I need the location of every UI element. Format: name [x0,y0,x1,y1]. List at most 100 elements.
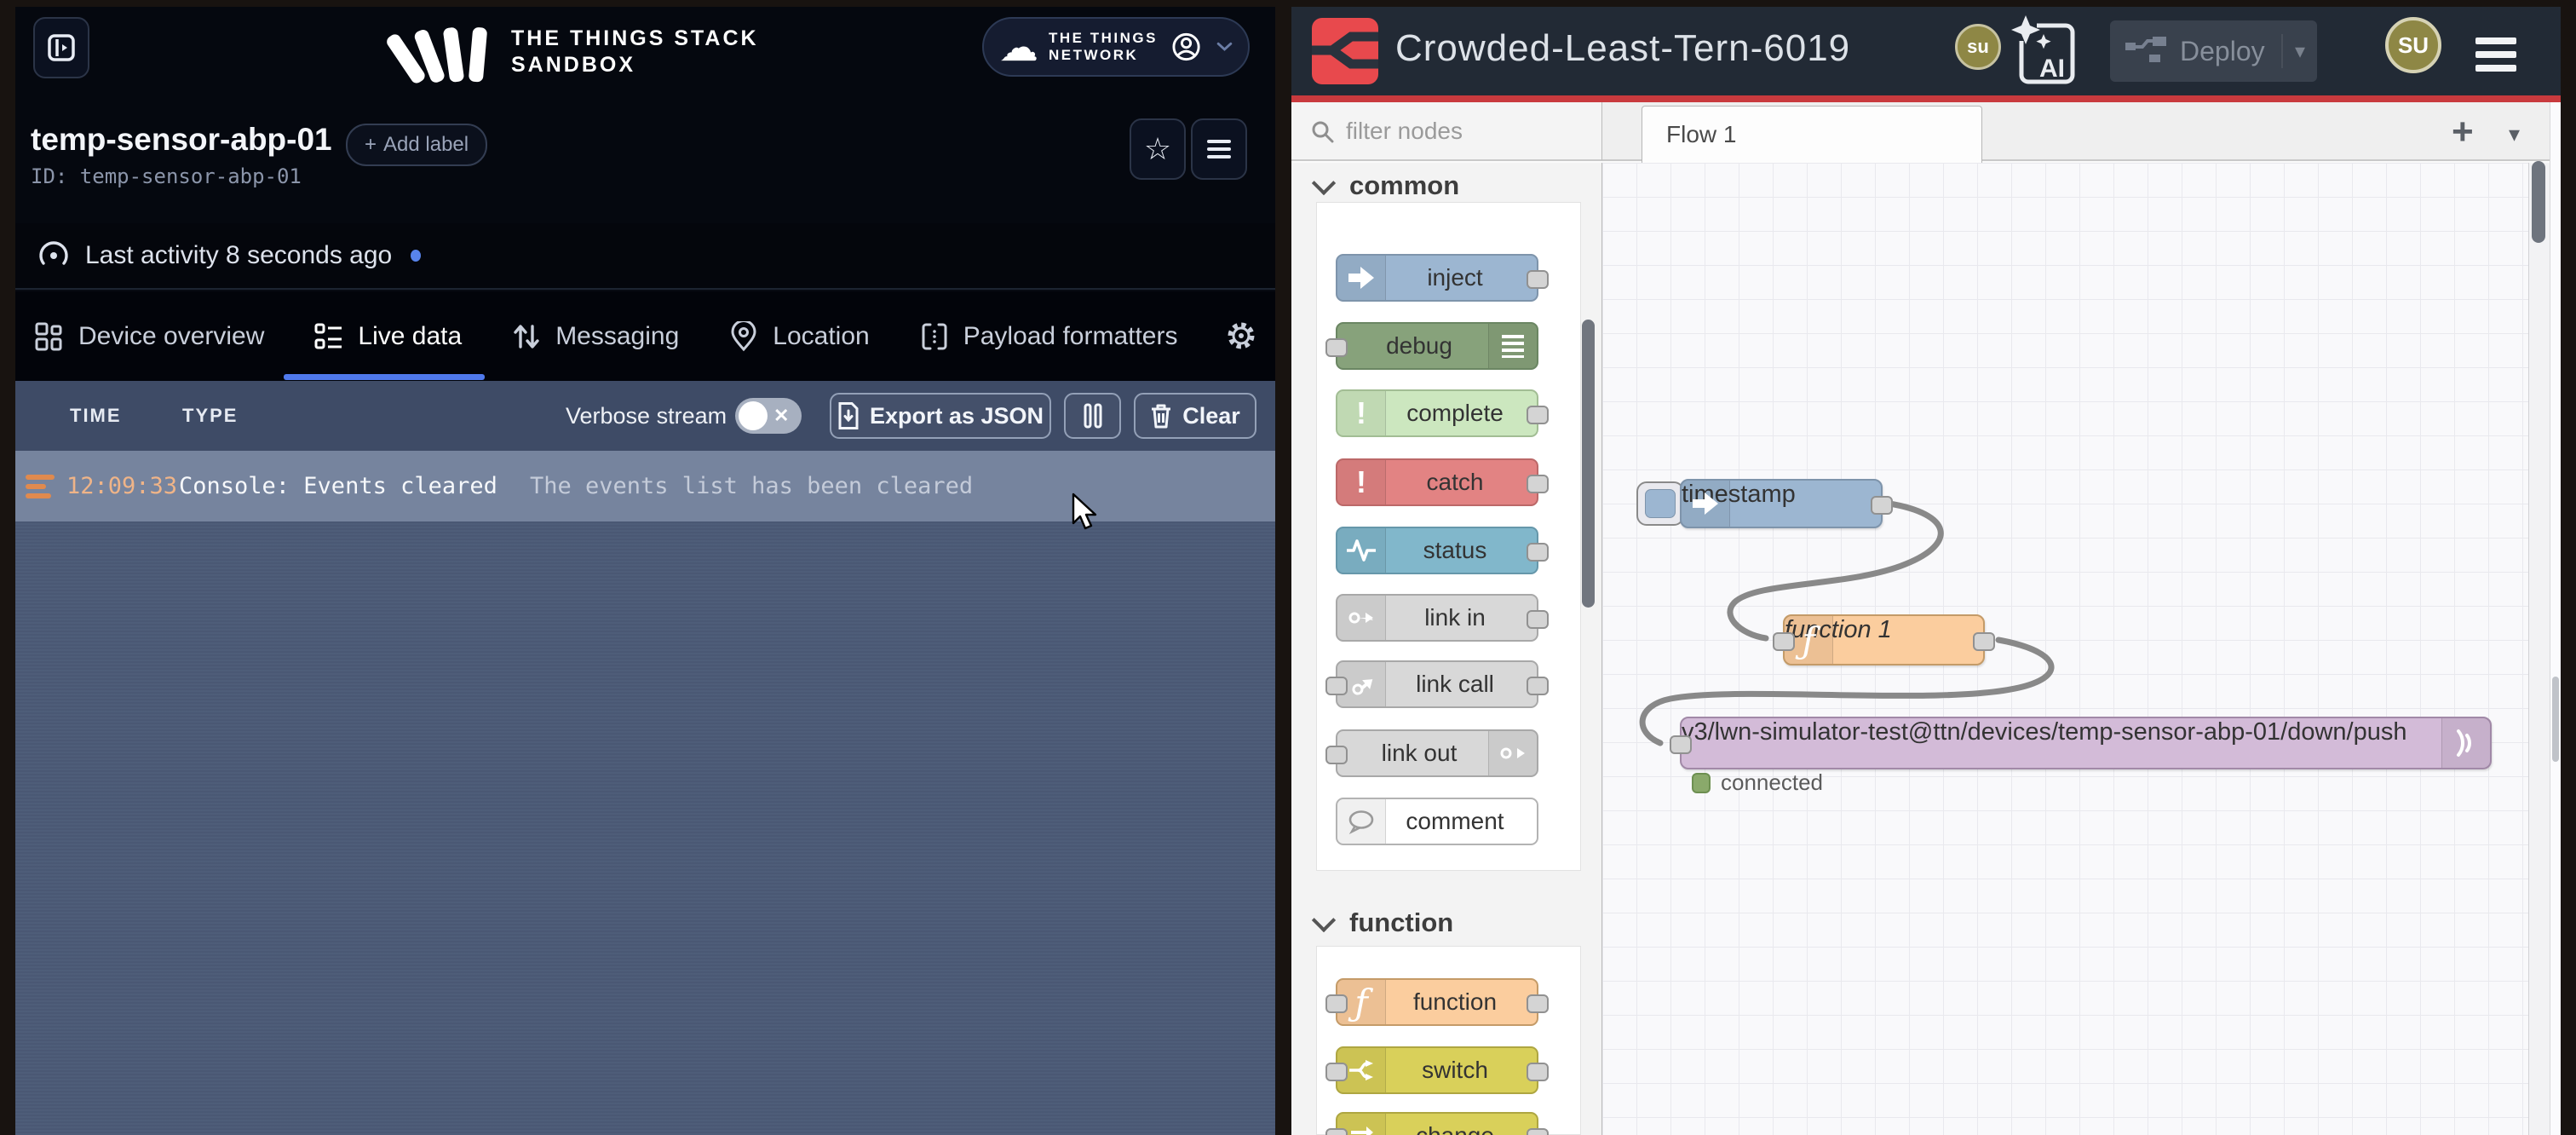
add-flow-button[interactable]: + [2452,111,2474,153]
input-port[interactable] [1325,994,1348,1013]
sidebar-toggle-button[interactable] [33,17,89,78]
bang-icon: ! [1337,460,1386,504]
node-label: complete [1385,391,1525,435]
flow-canvas[interactable]: connected timestamp ƒfunction 1 v3/lwn-sim… [1602,163,2528,1135]
tab-device-overview[interactable]: Device overview [34,321,264,352]
input-port[interactable] [1325,677,1348,695]
chevron-down-icon [1312,171,1336,195]
node-label: link out [1349,731,1489,775]
flow-list-caret[interactable]: ▾ [2509,121,2520,147]
toggle-off-x: ✕ [773,405,789,427]
main-menu-button[interactable] [2475,31,2516,78]
pause-stream-button[interactable] [1064,393,1121,439]
node-label: debug [1349,324,1489,368]
palette-node-comment[interactable]: comment [1336,798,1538,845]
node-label: link call [1385,662,1525,706]
node-label: link in [1385,596,1525,640]
palette-node-switch[interactable]: switch [1336,1046,1538,1094]
palette-node-complete[interactable]: !complete [1336,389,1538,437]
palette-node-link-call[interactable]: link call [1336,660,1538,708]
output-port[interactable] [1527,1063,1549,1081]
palette-node-link-in[interactable]: link in [1336,594,1538,642]
palette-category-function[interactable]: function [1291,903,1601,942]
flow-tab-bar: Flow 1 + ▾ [1602,102,2561,161]
node-label: function [1385,980,1525,1024]
ttn-logo: THE THINGS STACK SANDBOX [411,20,759,84]
inject-trigger-button[interactable] [1636,481,1684,526]
palette-search [1291,102,1602,161]
canvas-scrollbar-track[interactable] [2528,163,2550,1135]
ai-label: AI [2039,55,2065,83]
input-port[interactable] [1325,1063,1348,1081]
clear-events-button[interactable]: Clear [1134,393,1256,439]
device-id: ID: temp-sensor-abp-01 [31,164,302,188]
output-port[interactable] [1973,632,1995,651]
status-connected-dot [1692,773,1711,793]
panel-toggle-icon [47,33,76,62]
output-port[interactable] [1527,270,1549,289]
output-port[interactable] [1527,543,1549,562]
device-menu-button[interactable] [1191,118,1247,180]
device-settings-button[interactable] [1224,319,1258,357]
output-port[interactable] [1527,406,1549,424]
active-tab-underline [284,374,485,380]
output-port[interactable] [1527,610,1549,629]
output-port[interactable] [1527,677,1549,695]
deploy-button[interactable]: Deploy ▾ [2110,20,2317,82]
flow-project-title: Crowded-Least-Tern-6019 [1395,27,1850,70]
palette-node-change[interactable]: change [1336,1112,1538,1135]
input-port[interactable] [1325,746,1348,764]
bookmark-button[interactable]: ☆ [1130,118,1186,180]
output-port[interactable] [1527,1128,1549,1135]
input-port[interactable] [1773,632,1795,651]
deploy-options-caret[interactable]: ▾ [2281,34,2305,68]
account-menu-button[interactable]: ☁ THE THINGS NETWORK [982,17,1250,77]
chevron-down-icon [1216,39,1233,55]
search-icon [1310,119,1334,143]
output-port[interactable] [1527,475,1549,493]
flow-node-v3-lwn-simulator-test-ttn-devices-temp-sensor-abp-01-down-push[interactable]: v3/lwn-simulator-test@ttn/devices/temp-s… [1680,717,2492,769]
palette-node-catch[interactable]: !catch [1336,458,1538,506]
window-scrollbar-track[interactable] [2550,102,2561,1135]
input-port[interactable] [1325,338,1348,357]
output-port[interactable] [1871,496,1893,515]
tab-messaging[interactable]: Messaging [511,321,679,352]
node-palette: commoninjectdebug!complete!catchstatusli… [1291,163,1602,1135]
tab-live-data[interactable]: Live data [313,321,462,352]
output-port[interactable] [1527,994,1549,1013]
input-port[interactable] [1325,1128,1348,1135]
column-header-type: TYPE [182,405,238,427]
live-data-toolbar: TIME TYPE Verbose stream ✕ Export as JSO… [15,381,1275,451]
palette-category-common[interactable]: common [1291,166,1601,205]
palette-node-status[interactable]: status [1336,527,1538,574]
input-port[interactable] [1670,735,1692,754]
tab-location[interactable]: Location [728,321,869,352]
palette-node-inject[interactable]: inject [1336,254,1538,302]
ai-assistant-button[interactable]: AI [2011,14,2084,90]
verbose-stream-toggle[interactable]: ✕ [735,398,802,434]
palette-scrollbar-thumb[interactable] [1582,320,1595,608]
add-label-button[interactable]: + Add label [346,124,487,166]
palette-node-link-out[interactable]: link out [1336,729,1538,777]
event-time: 12:09:33 [66,473,177,499]
export-json-button[interactable]: Export as JSON [830,393,1051,439]
hamburger-icon [2475,37,2516,72]
verbose-stream-label: Verbose stream [566,403,727,429]
flow-tab[interactable]: Flow 1 [1642,106,1982,163]
palette-node-function[interactable]: ƒfunction [1336,978,1538,1026]
ttn-logo-line1: THE THINGS STACK [511,26,759,52]
mouse-cursor [1070,493,1099,532]
tab-payload-formatters[interactable]: Payload formatters [919,321,1178,352]
wires-layer [1602,163,2528,1135]
mqtt-status: connected [1692,769,1823,796]
node-label: v3/lwn-simulator-test@ttn/devices/temp-s… [1682,718,2490,746]
up-down-arrows-icon [511,321,542,352]
user-badge-large[interactable]: SU [2385,17,2441,73]
filter-nodes-input[interactable] [1344,117,1578,146]
user-badge-small[interactable]: su [1955,24,2001,70]
window-scrollbar-thumb[interactable] [2552,677,2559,762]
canvas-scrollbar-thumb[interactable] [2532,161,2545,243]
flow-node-function-1[interactable]: ƒfunction 1 [1783,614,1985,665]
palette-node-debug[interactable]: debug [1336,322,1538,370]
flow-node-timestamp[interactable]: timestamp [1680,479,1883,528]
